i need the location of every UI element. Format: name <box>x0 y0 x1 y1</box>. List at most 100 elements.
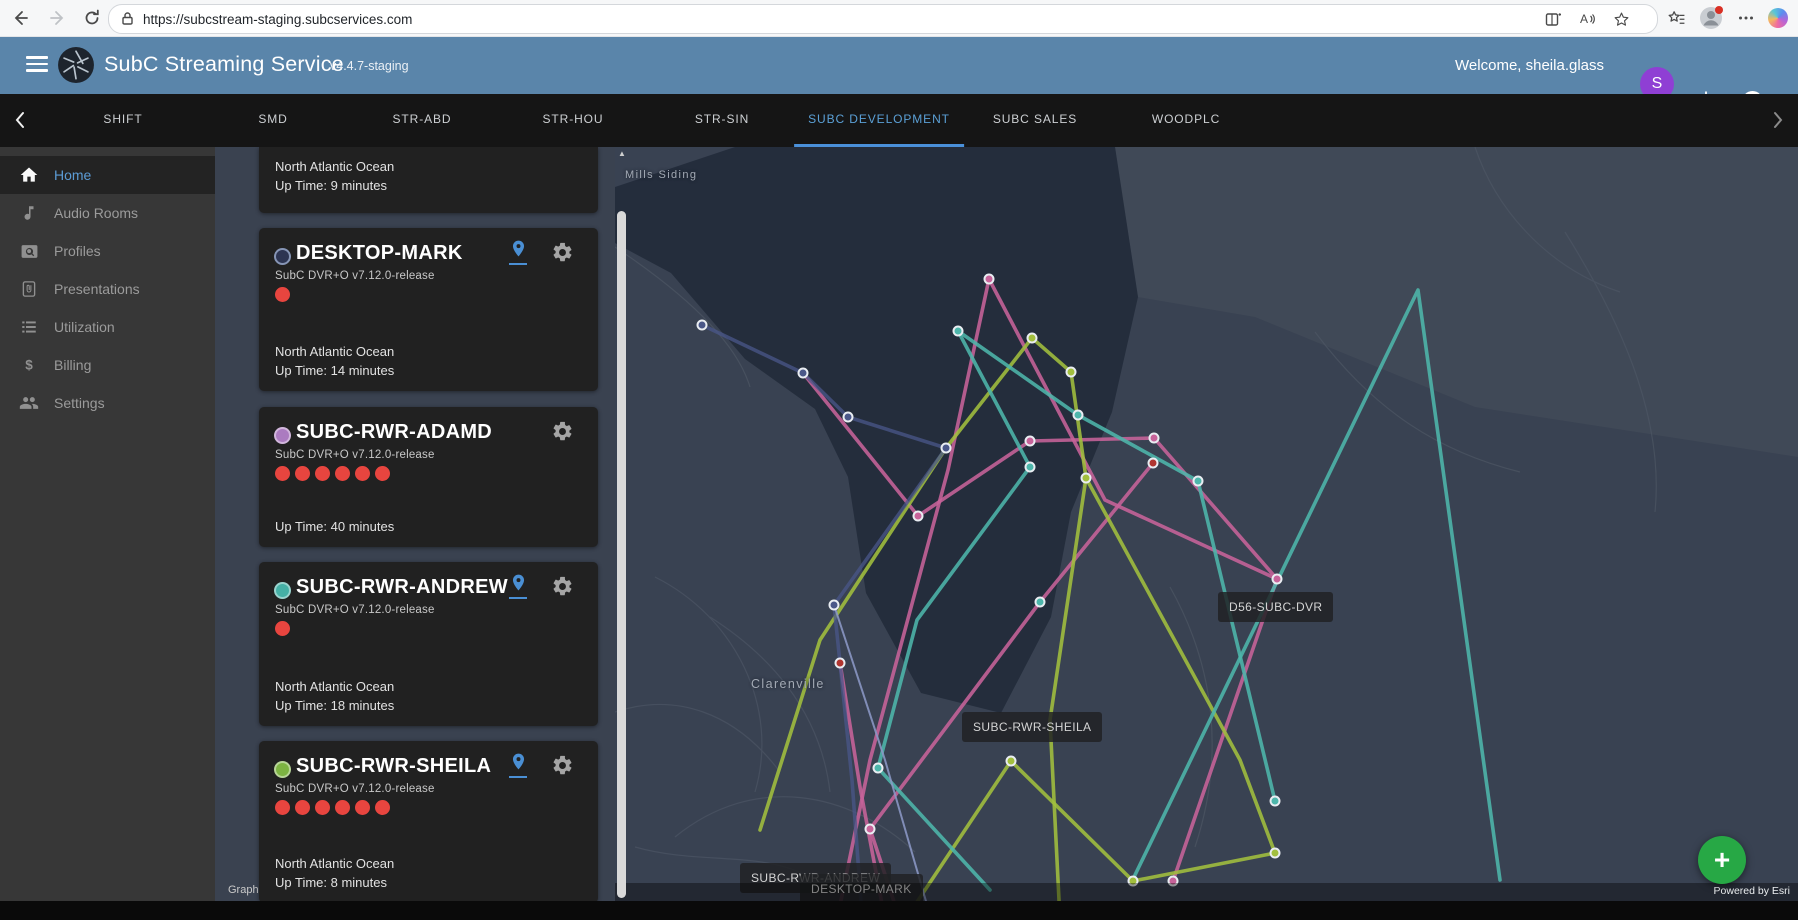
track-node[interactable] <box>1026 463 1035 472</box>
more-menu-icon[interactable] <box>1734 6 1758 30</box>
track-node[interactable] <box>1067 368 1076 377</box>
sidebar-item-audio-rooms[interactable]: Audio Rooms <box>0 194 215 232</box>
alert-dot <box>355 466 370 481</box>
tab-str-hou[interactable]: STR-HOU <box>529 94 618 144</box>
track-node[interactable] <box>1028 334 1037 343</box>
device-locate-pin-icon[interactable] <box>505 752 531 782</box>
device-card-subc-rwr-andrew[interactable]: SUBC-RWR-ANDREWSubC DVR+O v7.12.0-releas… <box>259 562 598 726</box>
alert-dot <box>275 466 290 481</box>
sidebar-item-settings[interactable]: Settings <box>0 384 215 422</box>
alert-dot <box>275 800 290 815</box>
device-uptime: Up Time: 18 minutes <box>275 698 394 713</box>
sidebar-item-utilization[interactable]: Utilization <box>0 308 215 346</box>
track-node[interactable] <box>1007 757 1016 766</box>
read-aloud-icon[interactable]: A <box>1575 7 1599 31</box>
track-node[interactable] <box>836 659 845 668</box>
track-node[interactable] <box>985 275 994 284</box>
track-node[interactable] <box>830 601 839 610</box>
device-name: SUBC-RWR-SHEILA <box>296 755 491 778</box>
alert-dot <box>335 800 350 815</box>
sidebar-item-presentations[interactable]: Presentations <box>0 270 215 308</box>
track-node[interactable] <box>1026 437 1035 446</box>
sidebar-item-billing[interactable]: $Billing <box>0 346 215 384</box>
tab-smd[interactable]: SMD <box>244 94 301 144</box>
map-device-label-d56-subc-dvr[interactable]: D56-SUBC-DVR <box>1218 592 1333 622</box>
track-node[interactable] <box>844 413 853 422</box>
alert-dot <box>315 800 330 815</box>
tabs-scroll-right-icon[interactable] <box>1772 111 1784 134</box>
device-settings-gear-icon[interactable] <box>551 420 575 444</box>
track-node[interactable] <box>1036 598 1045 607</box>
list-scroll-up-icon[interactable]: ▲ <box>615 149 629 159</box>
track-node[interactable] <box>1271 797 1280 806</box>
tab-str-abd[interactable]: STR-ABD <box>379 94 466 144</box>
device-locate-pin-icon[interactable] <box>505 573 531 603</box>
add-fab-button[interactable]: + <box>1698 836 1746 884</box>
settings-icon <box>18 392 40 414</box>
track-node[interactable] <box>1273 575 1282 584</box>
app-header: SubC Streaming Service v4.4.7-staging We… <box>0 36 1798 94</box>
browser-refresh-icon[interactable] <box>80 6 104 30</box>
track-node[interactable] <box>1150 434 1159 443</box>
track-node[interactable] <box>942 444 951 453</box>
device-uptime: Up Time: 40 minutes <box>275 519 394 534</box>
device-settings-gear-icon[interactable] <box>551 754 575 778</box>
device-locate-pin-icon[interactable] <box>505 239 531 269</box>
device-status-dot <box>274 761 291 778</box>
split-screen-icon[interactable] <box>1541 7 1565 31</box>
track-node[interactable] <box>1271 849 1280 858</box>
device-card-desktop-mark[interactable]: DESKTOP-MARKSubC DVR+O v7.12.0-releaseNo… <box>259 228 598 391</box>
browser-profile-icon[interactable] <box>1698 5 1724 31</box>
device-settings-gear-icon[interactable] <box>551 241 575 265</box>
device-name: SUBC-RWR-ANDREW <box>296 576 508 599</box>
alert-dot <box>335 466 350 481</box>
track-node[interactable] <box>1082 474 1091 483</box>
tab-woodplc[interactable]: WOODPLC <box>1138 94 1234 144</box>
device-status-dot <box>274 248 291 265</box>
track-node[interactable] <box>954 327 963 336</box>
map-canvas[interactable]: Mills SidingClarenvilleSUBC-RWR-ANDREWDE… <box>615 147 1798 903</box>
track-node[interactable] <box>1194 477 1203 486</box>
tab-shift[interactable]: SHIFT <box>89 94 156 144</box>
screen: https://subcstream-staging.subcservices.… <box>0 0 1798 920</box>
sidebar-item-label: Profiles <box>54 243 101 259</box>
billing-icon: $ <box>18 354 40 376</box>
device-card-subc-rwr-sheila[interactable]: SUBC-RWR-SHEILASubC DVR+O v7.12.0-releas… <box>259 741 598 903</box>
alert-dot <box>295 466 310 481</box>
track-node[interactable] <box>874 764 883 773</box>
track-node[interactable] <box>1149 459 1158 468</box>
browser-forward-icon[interactable] <box>46 6 70 30</box>
track-node[interactable] <box>1074 411 1083 420</box>
device-card-subc-rwr-adamd[interactable]: SUBC-RWR-ADAMDSubC DVR+O v7.12.0-release… <box>259 407 598 547</box>
browser-back-icon[interactable] <box>8 6 32 30</box>
app-logo-aperture-icon <box>57 46 95 89</box>
sidebar-item-home[interactable]: Home <box>0 156 215 194</box>
url-text: https://subcstream-staging.subcservices.… <box>143 12 412 27</box>
track-node[interactable] <box>698 321 707 330</box>
address-bar[interactable]: https://subcstream-staging.subcservices.… <box>108 4 1658 34</box>
sidebar-nav: Home Audio Rooms Profiles PresentationsUtil… <box>0 147 215 903</box>
svg-text:$: $ <box>25 358 33 373</box>
track-node[interactable] <box>799 369 808 378</box>
app-version: v4.4.7-staging <box>330 59 409 73</box>
tab-str-sin[interactable]: STR-SIN <box>681 94 763 144</box>
device-card-partial[interactable]: North Atlantic OceanUp Time: 9 minutes <box>259 147 598 213</box>
tabs-scroll-left-icon[interactable] <box>14 111 26 134</box>
tab-subc-sales[interactable]: SUBC SALES <box>979 94 1091 144</box>
copilot-icon[interactable] <box>1768 8 1788 28</box>
collections-icon[interactable] <box>1664 6 1688 30</box>
map-device-label-subc-rwr-sheila[interactable]: SUBC-RWR-SHEILA <box>962 712 1102 742</box>
sidebar-item-profiles[interactable]: Profiles <box>0 232 215 270</box>
tab-subc-development[interactable]: SUBC DEVELOPMENT <box>794 94 964 147</box>
sidebar-item-label: Audio Rooms <box>54 205 138 221</box>
list-scrollbar-thumb[interactable] <box>617 211 626 898</box>
favorite-star-icon[interactable] <box>1609 7 1633 31</box>
menu-icon[interactable] <box>26 56 48 72</box>
device-alert-dots <box>275 287 290 302</box>
device-uptime: Up Time: 14 minutes <box>275 363 394 378</box>
track-node[interactable] <box>914 512 923 521</box>
device-settings-gear-icon[interactable] <box>551 575 575 599</box>
alert-dot <box>375 800 390 815</box>
profiles-icon <box>18 240 40 262</box>
track-node[interactable] <box>866 825 875 834</box>
